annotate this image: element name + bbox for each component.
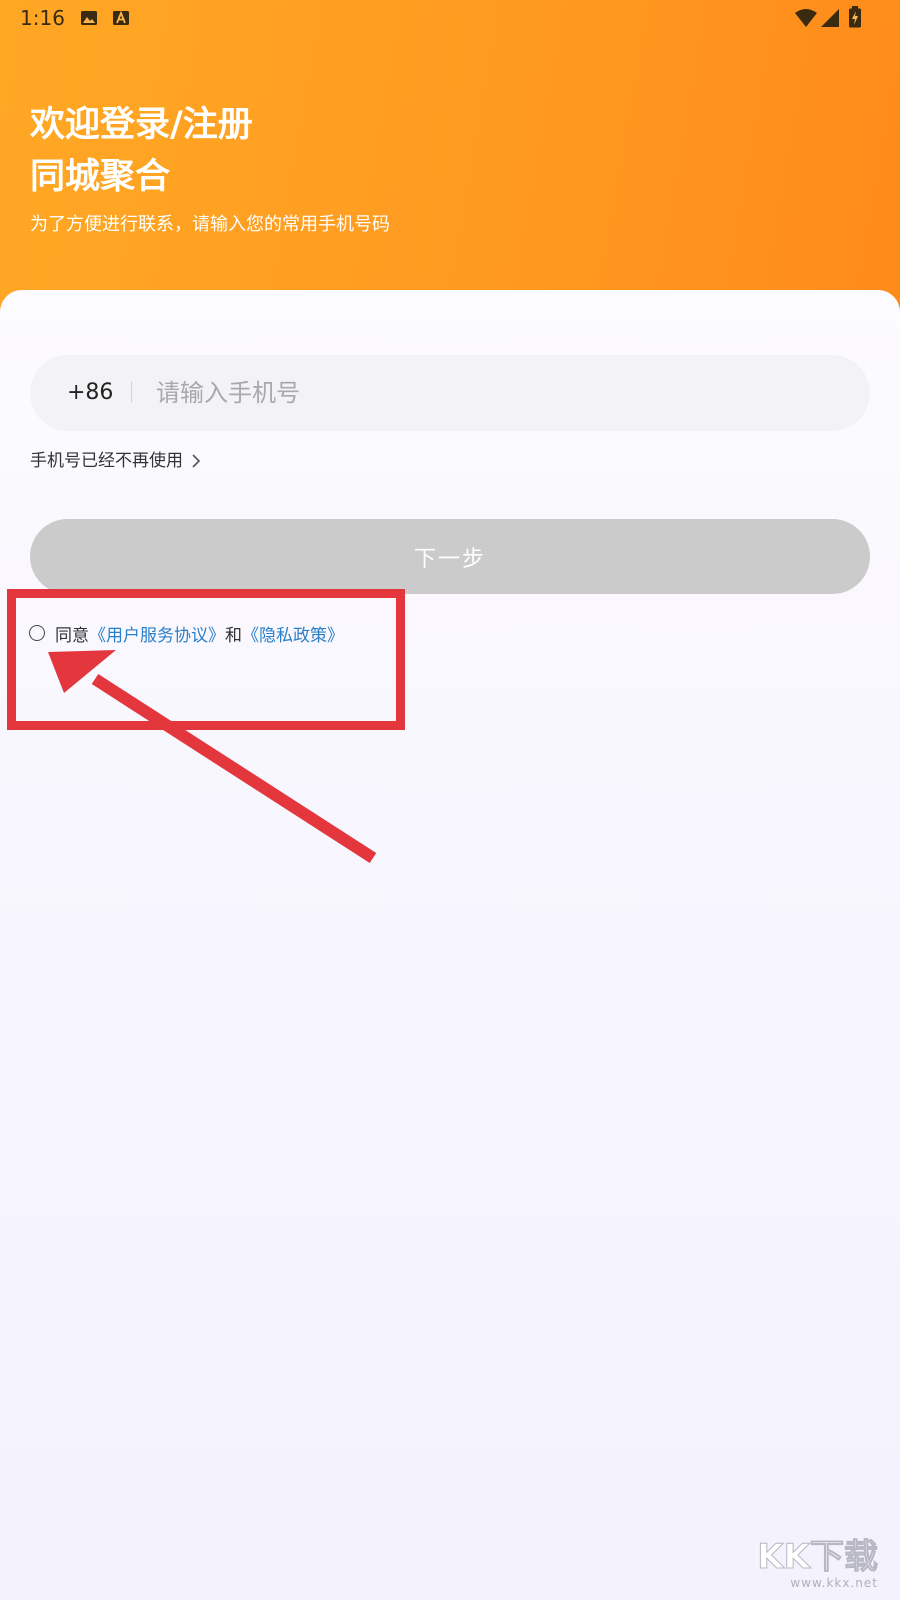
phone-no-longer-used-link[interactable]: 手机号已经不再使用 — [30, 448, 201, 474]
country-code-selector[interactable]: +86 — [67, 377, 113, 409]
phone-divider — [131, 381, 132, 403]
watermark-url: www.kkx.net — [790, 1576, 878, 1590]
login-card — [0, 290, 900, 1600]
watermark-logo-text: KK下载 — [757, 1537, 879, 1577]
signal-icon — [821, 9, 839, 27]
app-name: 同城聚合 — [30, 157, 171, 197]
next-button[interactable]: 下一步 — [30, 519, 870, 594]
phone-no-longer-used-label: 手机号已经不再使用 — [30, 451, 183, 471]
a-icon — [113, 10, 129, 25]
page-title: 欢迎登录/注册 — [30, 105, 253, 145]
wifi-icon — [795, 9, 817, 27]
phone-number-input[interactable] — [156, 369, 846, 417]
battery-charging-icon — [849, 6, 861, 28]
watermark: KK下载 www.kkx.net — [757, 1537, 879, 1591]
image-icon — [81, 11, 97, 25]
phone-input-row: +86 — [30, 355, 870, 431]
status-bar: 1:16 — [0, 0, 900, 36]
status-time: 1:16 — [20, 6, 65, 30]
annotation-highlight-box — [7, 589, 405, 730]
page-subtitle: 为了方便进行联系，请输入您的常用手机号码 — [30, 214, 390, 235]
chevron-right-icon — [192, 454, 201, 468]
